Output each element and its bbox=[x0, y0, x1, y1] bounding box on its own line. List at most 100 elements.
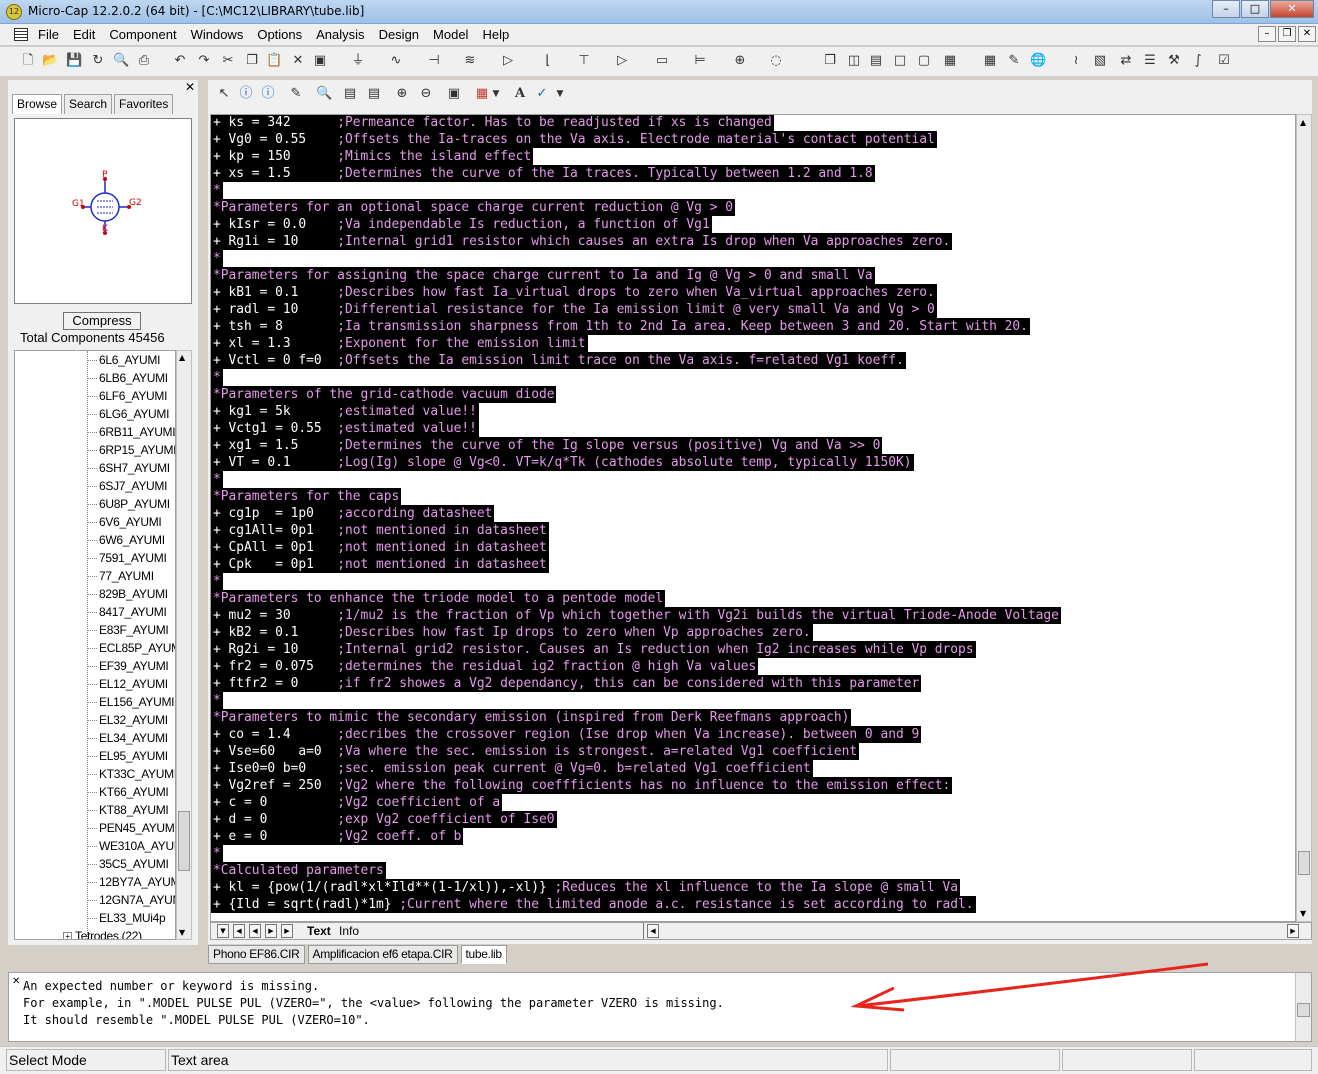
opamp-icon[interactable]: ▷ bbox=[614, 53, 630, 69]
shape-editor-icon[interactable]: ✎ bbox=[1006, 53, 1022, 69]
maximize-button[interactable]: □ bbox=[1241, 0, 1269, 18]
tree-item[interactable]: 12BY7A_AYUM bbox=[87, 873, 175, 891]
node-icon[interactable]: ◌ bbox=[768, 53, 784, 69]
tree-item[interactable]: EL156_AYUMI bbox=[87, 693, 174, 711]
scroll-left-icon[interactable]: ◀ bbox=[647, 924, 659, 938]
font-icon[interactable]: A bbox=[512, 86, 528, 102]
tab-favorites[interactable]: Favorites bbox=[114, 94, 174, 114]
new-icon[interactable]: 🗋 bbox=[20, 53, 36, 69]
diode-icon[interactable]: ▷ bbox=[500, 53, 516, 69]
text-icon[interactable]: ▤ bbox=[342, 86, 358, 102]
first-page-icon[interactable]: ◀ bbox=[233, 924, 245, 938]
package-icon[interactable]: ▧ bbox=[1092, 53, 1108, 69]
menu-component[interactable]: Component bbox=[109, 27, 176, 42]
code-area[interactable]: + ks = 342 ;Permeance factor. Has to be … bbox=[210, 114, 1296, 922]
menu-help[interactable]: Help bbox=[482, 27, 509, 42]
web-icon[interactable]: 🌐 bbox=[1030, 53, 1046, 69]
help-icon[interactable]: ⓘ bbox=[260, 86, 276, 102]
curve-icon[interactable]: ∫ bbox=[1190, 53, 1206, 69]
capacitor-icon[interactable]: ⊣ bbox=[426, 53, 442, 69]
page-tab-text[interactable]: Text bbox=[307, 923, 331, 939]
tree-item[interactable]: 6V6_AYUMI bbox=[87, 513, 162, 531]
spell-check-icon[interactable]: ✓ bbox=[534, 86, 550, 102]
tree-scrollbar[interactable]: ▲ ▼ bbox=[176, 350, 192, 940]
paste-icon[interactable]: 📋 bbox=[266, 53, 282, 69]
copy-icon[interactable]: ❐ bbox=[244, 53, 260, 69]
tree-item[interactable]: EL32_AYUMI bbox=[87, 711, 168, 729]
tile-horizontal-icon[interactable]: ▤ bbox=[868, 53, 884, 69]
close-button[interactable]: ✕ bbox=[1270, 0, 1314, 18]
messages-scrollbar[interactable] bbox=[1295, 973, 1311, 1041]
tree-item[interactable]: 8417_AYUMI bbox=[87, 603, 167, 621]
filter-icon[interactable]: ☰ bbox=[1142, 53, 1158, 69]
page-icon[interactable]: ▣ bbox=[446, 86, 462, 102]
menu-options[interactable]: Options bbox=[257, 27, 302, 42]
tree-item[interactable]: 12GN7A_AYUM bbox=[87, 891, 175, 909]
tab-search[interactable]: Search bbox=[64, 94, 113, 114]
doc-close-button[interactable]: ✕ bbox=[1298, 26, 1316, 42]
check-icon[interactable]: ☑ bbox=[1216, 53, 1232, 69]
page-tab-info[interactable]: Info bbox=[339, 923, 359, 939]
redo-icon[interactable]: ↷ bbox=[196, 53, 212, 69]
compress-button[interactable]: Compress bbox=[63, 312, 141, 330]
scroll-thumb[interactable] bbox=[1297, 1003, 1310, 1017]
prev-page-icon[interactable]: ◀ bbox=[249, 924, 261, 938]
window-icon[interactable]: □ bbox=[892, 53, 908, 69]
tree-item[interactable]: KT88_AYUMI bbox=[87, 801, 169, 819]
tree-item[interactable]: 35C5_AYUMI bbox=[87, 855, 169, 873]
tree-item[interactable]: EL12_AYUMI bbox=[87, 675, 168, 693]
ground-icon[interactable]: ⏚ bbox=[350, 53, 366, 69]
minimize-button[interactable]: – bbox=[1212, 0, 1240, 18]
tree-item[interactable]: 829B_AYUMI bbox=[87, 585, 168, 603]
delete-icon[interactable]: ✕ bbox=[290, 53, 306, 69]
tree-item[interactable]: ECL85P_AYUM bbox=[87, 639, 175, 657]
convert-icon[interactable]: ⇄ bbox=[1118, 53, 1134, 69]
tab-browse[interactable]: Browse bbox=[12, 94, 63, 114]
tree-item[interactable]: WE310A_AYUM bbox=[87, 837, 175, 855]
scroll-up-icon[interactable]: ▲ bbox=[1300, 118, 1306, 127]
menu-edit[interactable]: Edit bbox=[73, 27, 95, 42]
dropdown-icon[interactable]: ▼ bbox=[217, 924, 229, 938]
tree-item[interactable]: 77_AYUMI bbox=[87, 567, 154, 585]
tree-folder-tetrodes[interactable]: + Tetrodes (22) bbox=[63, 927, 142, 939]
scroll-thumb[interactable] bbox=[178, 811, 190, 871]
switch-icon[interactable]: ⊨ bbox=[692, 53, 708, 69]
close-messages-icon[interactable]: ✕ bbox=[12, 976, 20, 987]
tree-item[interactable]: 6W6_AYUMI bbox=[87, 531, 165, 549]
tree-item[interactable]: 6LG6_AYUMI bbox=[87, 405, 169, 423]
tree-item[interactable]: EL34_AYUMI bbox=[87, 729, 168, 747]
last-page-icon[interactable]: ▶ bbox=[281, 924, 293, 938]
scroll-down-icon[interactable]: ▼ bbox=[179, 928, 185, 937]
tree-item[interactable]: 6SH7_AYUMI bbox=[87, 459, 170, 477]
chevron-down-icon[interactable]: ▼ bbox=[488, 86, 504, 102]
zoom-out-icon[interactable]: ⊖ bbox=[418, 86, 434, 102]
tree-item[interactable]: PEN45_AYUMI bbox=[87, 819, 175, 837]
model-icon[interactable]: ≀ bbox=[1068, 53, 1084, 69]
tree-item[interactable]: EF39_AYUMI bbox=[87, 657, 169, 675]
cut-icon[interactable]: ✂ bbox=[220, 53, 236, 69]
source-icon[interactable]: ⊕ bbox=[732, 53, 748, 69]
menu-model[interactable]: Model bbox=[433, 27, 468, 42]
cascade-icon[interactable]: ❐ bbox=[822, 53, 838, 69]
menu-file[interactable]: File bbox=[38, 27, 59, 42]
battery-icon[interactable]: ⊤ bbox=[576, 53, 592, 69]
tree-item[interactable]: 6RB11_AYUMI bbox=[87, 423, 175, 441]
tree-item[interactable]: 6U8P_AYUMI bbox=[87, 495, 170, 513]
menu-windows[interactable]: Windows bbox=[191, 27, 244, 42]
maximize-window-icon[interactable]: ▢ bbox=[916, 53, 932, 69]
menu-analysis[interactable]: Analysis bbox=[316, 27, 364, 42]
tree-item[interactable]: 6RP15_AYUMI bbox=[87, 441, 175, 459]
open-icon[interactable]: 📂 bbox=[42, 53, 58, 69]
tree-item[interactable]: 6LB6_AYUMI bbox=[87, 369, 168, 387]
tree-item[interactable]: 6LF6_AYUMI bbox=[87, 387, 167, 405]
tree-item[interactable]: EL33_MUi4p bbox=[87, 909, 166, 927]
scroll-thumb[interactable] bbox=[1298, 851, 1310, 875]
info-icon[interactable]: ⓘ bbox=[238, 86, 254, 102]
properties-icon[interactable]: ✎ bbox=[288, 86, 304, 102]
print-preview-icon[interactable]: 🔍 bbox=[113, 53, 129, 69]
save-icon[interactable]: 💾 bbox=[66, 53, 82, 69]
next-page-icon[interactable]: ▶ bbox=[265, 924, 277, 938]
component-tree[interactable]: 6L6_AYUMI 6LB6_AYUMI 6LF6_AYUMI 6LG6_AYUMI 6… bbox=[14, 350, 176, 940]
print-icon[interactable]: ⎙ bbox=[136, 53, 152, 69]
transistor-icon[interactable]: ⌊ bbox=[540, 53, 556, 69]
